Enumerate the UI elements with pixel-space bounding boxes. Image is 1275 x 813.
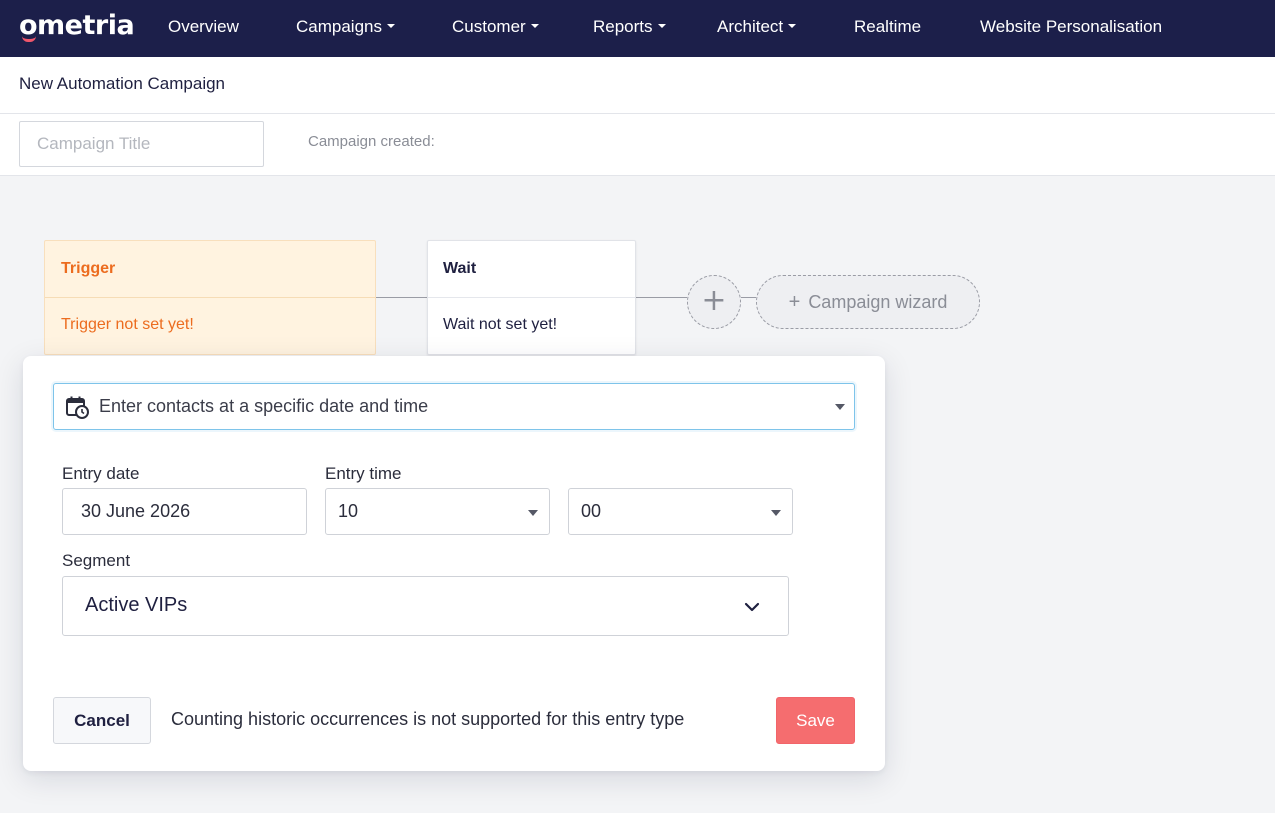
page-title: New Automation Campaign xyxy=(19,74,226,93)
trigger-node-status: Trigger not set yet! xyxy=(61,316,194,333)
trigger-node-title: Trigger xyxy=(45,241,375,298)
entry-hour-value: 10 xyxy=(338,501,359,521)
nav-label: Website Personalisation xyxy=(980,17,1163,36)
caret-down-icon xyxy=(530,23,539,28)
segment-label: Segment xyxy=(62,551,131,570)
caret-down-icon xyxy=(771,510,781,516)
segment-select[interactable]: Active VIPs xyxy=(62,576,789,636)
wait-node-title: Wait xyxy=(428,241,635,298)
campaign-title-input[interactable] xyxy=(19,121,264,167)
nav-customer[interactable]: Customer xyxy=(452,16,539,38)
campaign-created-label: Campaign created: xyxy=(308,133,435,150)
trigger-node[interactable]: Trigger Trigger not set yet! xyxy=(44,240,376,355)
entry-date-field[interactable]: 30 June 2026 xyxy=(62,488,307,535)
plus-icon: + xyxy=(788,291,801,313)
caret-down-icon xyxy=(387,23,395,28)
nav-label: Campaigns xyxy=(296,17,382,36)
entry-minute-value: 00 xyxy=(581,501,602,521)
save-button[interactable]: Save xyxy=(776,697,855,744)
entry-minute-select[interactable]: 00 xyxy=(568,488,793,535)
caret-down-icon xyxy=(528,510,538,516)
connector-line xyxy=(376,297,427,298)
campaign-wizard-label: Campaign wizard xyxy=(808,292,948,312)
trigger-config-panel: Enter contacts at a specific date and ti… xyxy=(23,356,885,771)
nav-reports[interactable]: Reports xyxy=(593,16,666,38)
connector-line xyxy=(636,297,687,298)
nav-campaigns[interactable]: Campaigns xyxy=(296,16,395,38)
campaign-wizard-button[interactable]: + Campaign wizard xyxy=(756,275,980,329)
segment-value: Active VIPs xyxy=(85,594,188,616)
add-step-button[interactable]: + xyxy=(687,275,741,329)
cancel-button[interactable]: Cancel xyxy=(53,697,151,744)
chevron-down-icon xyxy=(744,602,760,612)
entry-hour-select[interactable]: 10 xyxy=(325,488,550,535)
entry-time-label: Entry time xyxy=(325,464,402,483)
caret-down-icon xyxy=(835,404,845,410)
calendar-clock-icon xyxy=(66,396,89,419)
entry-date-value: 30 June 2026 xyxy=(81,501,191,521)
entry-type-select[interactable]: Enter contacts at a specific date and ti… xyxy=(53,383,855,430)
nav-label: Reports xyxy=(593,17,653,36)
nav-realtime[interactable]: Realtime xyxy=(854,16,921,38)
historic-occurrences-note: Counting historic occurrences is not sup… xyxy=(171,709,685,729)
caret-down-icon xyxy=(657,23,666,28)
nav-label: Realtime xyxy=(854,17,922,36)
nav-website-personalisation[interactable]: Website Personalisation xyxy=(980,16,1162,38)
wait-node-status: Wait not set yet! xyxy=(443,316,558,333)
campaign-title-row: Campaign created: xyxy=(0,114,1275,176)
nav-overview[interactable]: Overview xyxy=(168,16,239,38)
entry-date-label: Entry date xyxy=(62,464,140,483)
nav-architect[interactable]: Architect xyxy=(717,16,797,38)
connector-line xyxy=(741,297,756,298)
nav-label: Overview xyxy=(168,17,239,36)
entry-type-value: Enter contacts at a specific date and ti… xyxy=(99,396,429,416)
ometria-logo[interactable]: ometria xyxy=(19,10,135,42)
page-header: New Automation Campaign xyxy=(0,57,1275,114)
top-navigation: ometria Overview Campaigns Customer Repo… xyxy=(0,0,1275,57)
plus-icon: + xyxy=(701,283,727,318)
nav-label: Customer xyxy=(452,17,526,36)
wait-node[interactable]: Wait Wait not set yet! xyxy=(427,240,636,355)
caret-down-icon xyxy=(788,23,797,28)
nav-label: Architect xyxy=(717,17,784,36)
